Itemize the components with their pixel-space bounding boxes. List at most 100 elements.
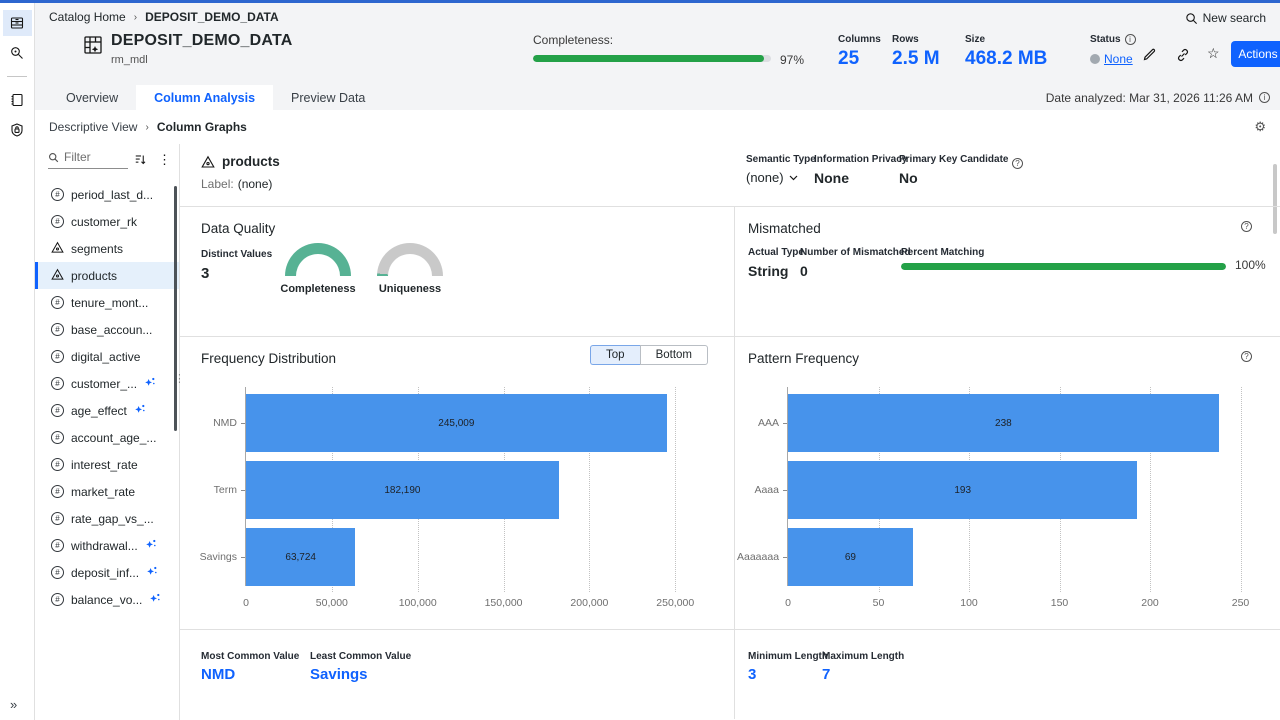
page-subtitle: rm_mdl xyxy=(111,54,148,66)
bar-row: 182,190 xyxy=(246,461,689,519)
sidebar-item-tenure_mont[interactable]: #tenure_mont... xyxy=(35,289,179,316)
column-name-label: interest_rate xyxy=(71,458,138,472)
uniqueness-gauge: 0% Uniqueness xyxy=(368,243,452,295)
catalog-nav-icon[interactable] xyxy=(3,10,32,36)
expand-rail-chevrons[interactable]: » xyxy=(10,697,17,712)
tab-overview[interactable]: Overview xyxy=(48,85,136,110)
view-breadcrumb-parent[interactable]: Descriptive View xyxy=(49,120,137,134)
sidebar-scrollbar-thumb[interactable] xyxy=(174,186,177,431)
numeric-type-icon: # xyxy=(51,188,64,201)
completeness-label: Completeness: xyxy=(533,33,613,47)
uniqueness-gauge-caption: Uniqueness xyxy=(368,283,452,295)
x-tick-label: 150,000 xyxy=(485,597,523,609)
sidebar-item-rate_gap_vs_[interactable]: #rate_gap_vs_... xyxy=(35,505,179,532)
link-chain-icon[interactable] xyxy=(1175,47,1191,63)
semantic-type-label: Semantic Type xyxy=(746,154,816,165)
sidebar-item-account_age_[interactable]: #account_age_... xyxy=(35,424,179,451)
sidebar-item-digital_active[interactable]: #digital_active xyxy=(35,343,179,370)
edit-pencil-icon[interactable] xyxy=(1142,47,1157,62)
toggle-bottom-button[interactable]: Bottom xyxy=(640,345,708,365)
bar-value-label: 193 xyxy=(954,485,971,496)
sidebar-item-customer_rk[interactable]: #customer_rk xyxy=(35,208,179,235)
information-privacy-field: Information Privacy None xyxy=(814,154,907,186)
numeric-type-icon: # xyxy=(51,512,64,525)
bar-value-label: 182,190 xyxy=(384,485,420,496)
column-name-label: withdrawal... xyxy=(71,539,138,553)
status-field: Status i None xyxy=(1090,34,1136,66)
status-dot-icon xyxy=(1090,54,1100,64)
status-value-link[interactable]: None xyxy=(1104,52,1133,66)
numeric-type-icon: # xyxy=(51,215,64,228)
bar-term: 182,190 xyxy=(246,461,559,519)
sidebar-item-period_last_d[interactable]: #period_last_d... xyxy=(35,181,179,208)
mismatched-section: Mismatched ? Actual Type String Number o… xyxy=(735,207,1280,337)
mismatched-title: Mismatched xyxy=(748,221,821,236)
primary-key-field: Primary Key Candidate No xyxy=(899,154,1009,186)
column-name-label: products xyxy=(71,269,117,283)
numeric-type-icon: # xyxy=(51,404,64,417)
stat-size-value: 468.2 MB xyxy=(965,48,1047,70)
numeric-type-icon: # xyxy=(51,458,64,471)
numeric-type-icon: # xyxy=(51,431,64,444)
settings-gear-icon[interactable]: ⚙ xyxy=(1254,119,1266,135)
numeric-type-icon: # xyxy=(51,539,64,552)
sidebar-item-age_effect[interactable]: #age_effect xyxy=(35,397,179,424)
sidebar-item-products[interactable]: products xyxy=(35,262,179,289)
bar-value-label: 69 xyxy=(845,552,856,563)
bars-group: 245,009182,19063,724 xyxy=(246,387,689,586)
toggle-top-button[interactable]: Top xyxy=(590,345,640,365)
numeric-type-icon: # xyxy=(51,296,64,309)
date-analyzed-info-icon[interactable]: i xyxy=(1259,92,1270,103)
numeric-type-icon: # xyxy=(51,350,64,363)
favorite-star-icon[interactable]: ☆ xyxy=(1207,45,1220,62)
breadcrumb-catalog-home[interactable]: Catalog Home xyxy=(49,10,126,24)
bar-nmd: 245,009 xyxy=(246,394,667,452)
bar-aaaa: 193 xyxy=(788,461,1137,519)
frequency-distribution-section: Frequency Distribution Top Bottom NMDTer… xyxy=(180,337,735,629)
percent-matching-fill xyxy=(901,263,1226,270)
filter-field[interactable] xyxy=(48,150,128,169)
notebook-nav-icon[interactable] xyxy=(3,87,32,113)
ml-sparkle-icon xyxy=(145,538,157,553)
tab-preview-data[interactable]: Preview Data xyxy=(273,85,383,110)
stat-rows: Rows 2.5 M xyxy=(892,34,940,70)
tab-column-analysis[interactable]: Column Analysis xyxy=(136,85,273,110)
min-length-field: Minimum Length 3 xyxy=(748,651,828,683)
data-quality-section: Data Quality Distinct Values 3 100% Comp… xyxy=(180,207,735,337)
overflow-menu-icon[interactable]: ⋮ xyxy=(158,152,171,168)
sidebar-item-base_accoun[interactable]: #base_accoun... xyxy=(35,316,179,343)
pattern-frequency-chart: AAAAaaaAaaaaaa 05010015020025023819369 xyxy=(737,387,1255,595)
sort-icon[interactable] xyxy=(134,153,146,166)
column-list-panel: ⋮ #period_last_d...#customer_rksegments p… xyxy=(35,144,180,720)
new-search-button[interactable]: New search xyxy=(1185,11,1266,25)
bar-row: 245,009 xyxy=(246,394,689,452)
primary-key-label: Primary Key Candidate xyxy=(899,154,1009,165)
sidebar-item-customer_[interactable]: #customer_... xyxy=(35,370,179,397)
chart-plot-area: 050,000100,000150,000200,000250,000245,0… xyxy=(245,387,689,586)
pattern-frequency-section: Pattern Frequency ? AAAAaaaAaaaaaa 05010… xyxy=(735,337,1280,629)
governance-shield-icon[interactable] xyxy=(3,117,32,143)
sidebar-item-deposit_inf[interactable]: #deposit_inf... xyxy=(35,559,179,586)
sidebar-item-withdrawal[interactable]: # withdrawal... xyxy=(35,532,179,559)
string-type-icon xyxy=(51,268,64,284)
pattern-frequency-help-icon[interactable]: ? xyxy=(1241,351,1252,362)
sidebar-item-market_rate[interactable]: #market_rate xyxy=(35,478,179,505)
search-discovery-icon[interactable] xyxy=(3,40,32,66)
semantic-type-dropdown[interactable]: (none) xyxy=(746,170,816,185)
tab-bar: Overview Column Analysis Preview Data Da… xyxy=(35,85,1280,110)
data-asset-icon xyxy=(82,34,104,56)
date-analyzed-text: Date analyzed: Mar 31, 2026 11:26 AM xyxy=(1046,91,1253,105)
actions-button[interactable]: Actions xyxy=(1231,41,1280,67)
ml-sparkle-icon xyxy=(149,592,161,607)
data-quality-title: Data Quality xyxy=(201,221,275,236)
filter-input[interactable] xyxy=(64,150,126,164)
sidebar-item-interest_rate[interactable]: # interest_rate xyxy=(35,451,179,478)
column-name-label: balance_vo... xyxy=(71,593,142,607)
sidebar-item-balance_vo[interactable]: #balance_vo... xyxy=(35,586,179,613)
ml-sparkle-icon xyxy=(146,565,158,580)
status-info-icon[interactable]: i xyxy=(1125,34,1136,45)
column-header-help-icon[interactable]: ? xyxy=(1012,158,1023,169)
mismatched-help-icon[interactable]: ? xyxy=(1241,221,1252,232)
sidebar-item-segments[interactable]: segments xyxy=(35,235,179,262)
pattern-frequency-title: Pattern Frequency xyxy=(748,351,859,366)
